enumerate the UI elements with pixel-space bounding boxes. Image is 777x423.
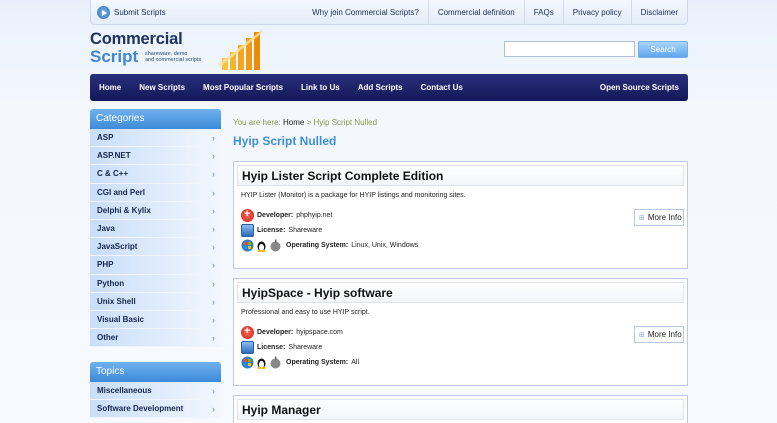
result-description: HYIP Lister (Monitor) is a package for H… (241, 192, 466, 199)
top-links: Why join Commercial Scripts? Commercial … (303, 0, 687, 25)
breadcrumb: You are here: Home > Hyip Script Nulled (233, 118, 377, 127)
breadcrumb-home[interactable]: Home (283, 118, 304, 127)
sidebar-topics: Topics Miscellaneous Software Developmen… (90, 362, 221, 419)
sidebar-item-visual-basic[interactable]: Visual Basic (90, 310, 221, 330)
sidebar-item-other[interactable]: Other (90, 329, 221, 348)
license-value: Shareware (288, 227, 323, 234)
sidebar-item-asp[interactable]: ASP (90, 129, 221, 148)
bar-chart-logo-icon (218, 30, 262, 70)
breadcrumb-separator: > (306, 118, 312, 127)
more-info-button[interactable]: More Info (634, 326, 684, 343)
os-value: All (351, 359, 360, 366)
sidebar-categories: Categories ASP ASP.NET C & C++ CGI and P… (90, 109, 221, 348)
license-icon (241, 341, 254, 354)
nav-home[interactable]: Home (90, 74, 130, 101)
logo-line-2: Script (90, 47, 139, 66)
apple-icon (270, 239, 281, 252)
search-button[interactable]: Search (638, 41, 688, 58)
result-card: Hyip Lister Script Complete Edition HYIP… (233, 161, 688, 269)
sidebar-item-software-development[interactable]: Software Development (90, 400, 221, 419)
developer-label: Developer: (257, 212, 294, 219)
search-input[interactable] (504, 41, 635, 57)
top-bar: Submit Scripts Why join Commercial Scrip… (90, 0, 688, 25)
result-card: Hyip Manager (233, 395, 688, 423)
top-link-why-join[interactable]: Why join Commercial Scripts? (303, 0, 428, 25)
more-info-button[interactable]: More Info (634, 209, 684, 226)
license-value: Shareware (288, 344, 323, 351)
result-card: HyipSpace - Hyip software Professional a… (233, 278, 688, 386)
result-title[interactable]: Hyip Manager (237, 399, 684, 420)
sidebar-item-miscellaneous[interactable]: Miscellaneous (90, 382, 221, 401)
sidebar-item-java[interactable]: Java (90, 219, 221, 239)
sidebar-item-python[interactable]: Python (90, 274, 221, 293)
page-title: Hyip Script Nulled (233, 134, 337, 148)
nav-new-scripts[interactable]: New Scripts (130, 74, 194, 101)
nav-contact-us[interactable]: Contact Us (412, 74, 472, 101)
developer-label: Developer: (257, 329, 294, 336)
license-icon (241, 224, 254, 237)
linux-tux-icon (257, 358, 266, 369)
linux-tux-icon (257, 241, 266, 252)
developer-icon (241, 208, 254, 222)
sidebar-item-c-cpp[interactable]: C & C++ (90, 165, 221, 184)
sidebar-item-asp-net[interactable]: ASP.NET (90, 147, 221, 166)
developer-value: phphyip.net (296, 212, 333, 219)
sidebar-item-unix-shell[interactable]: Unix Shell (90, 292, 221, 311)
submit-scripts-label: Submit Scripts (114, 8, 166, 17)
sidebar-item-delphi-kylix[interactable]: Delphi & Kylix (90, 201, 221, 220)
license-label: License: (257, 227, 286, 234)
result-title[interactable]: Hyip Lister Script Complete Edition (237, 165, 684, 186)
sidebar-item-cgi-perl[interactable]: CGI and Perl (90, 183, 221, 202)
nav-open-source-scripts[interactable]: Open Source Scripts (591, 74, 688, 101)
apple-icon (270, 356, 281, 369)
logo-tagline: shareware, demo and commercial scripts (145, 51, 201, 63)
main-nav: Home New Scripts Most Popular Scripts Li… (90, 74, 688, 101)
result-title[interactable]: HyipSpace - Hyip software (237, 282, 684, 303)
windows-icon (241, 239, 254, 252)
top-link-disclaimer[interactable]: Disclaimer (630, 0, 687, 25)
developer-icon (241, 325, 254, 339)
top-link-privacy-policy[interactable]: Privacy policy (562, 0, 631, 25)
top-link-commercial-definition[interactable]: Commercial definition (427, 0, 524, 25)
categories-heading: Categories (90, 109, 221, 129)
windows-icon (241, 356, 254, 369)
result-description: Professional and easy to use HYIP script… (241, 309, 370, 316)
result-meta: Developer: phphyip.net License: Sharewar… (241, 208, 687, 253)
nav-add-scripts[interactable]: Add Scripts (349, 74, 412, 101)
topics-heading: Topics (90, 362, 221, 382)
breadcrumb-prefix: You are here: (233, 118, 281, 127)
nav-link-to-us[interactable]: Link to Us (292, 74, 349, 101)
sidebar-item-php[interactable]: PHP (90, 256, 221, 275)
site-logo[interactable]: Commercial Script shareware, demo and co… (90, 30, 270, 72)
os-label: Operating System: (286, 242, 349, 249)
sidebar-item-javascript[interactable]: JavaScript (90, 238, 221, 257)
nav-most-popular-scripts[interactable]: Most Popular Scripts (194, 74, 292, 101)
license-label: License: (257, 344, 286, 351)
breadcrumb-current: Hyip Script Nulled (313, 118, 378, 127)
developer-value: hyipspace.com (296, 329, 343, 336)
top-link-faqs[interactable]: FAQs (523, 0, 563, 25)
result-meta: Developer: hyipspace.com License: Sharew… (241, 325, 687, 370)
logo-tagline-2: and commercial scripts (145, 57, 202, 63)
play-circle-icon (97, 6, 110, 19)
submit-scripts-link[interactable]: Submit Scripts (97, 6, 166, 19)
os-label: Operating System: (286, 359, 349, 366)
os-value: Linux, Unix, Windows (351, 242, 419, 249)
